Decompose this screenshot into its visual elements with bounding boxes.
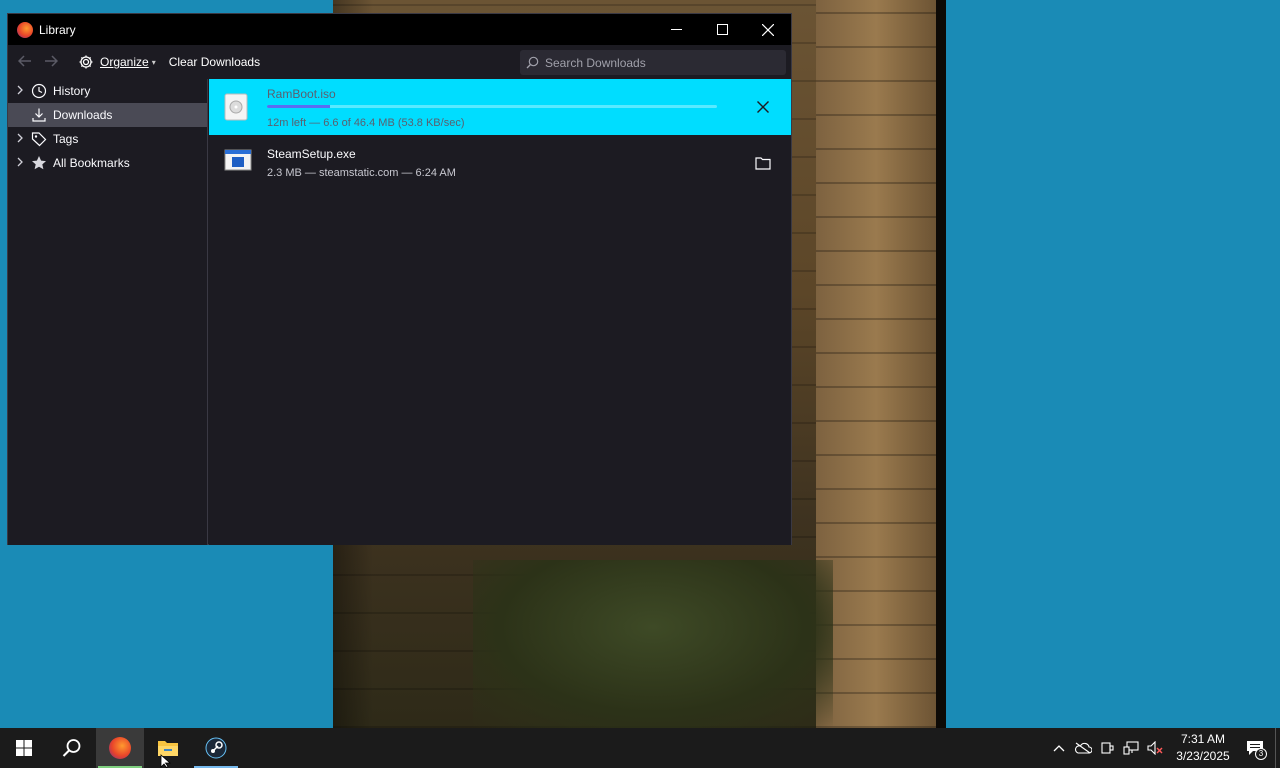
sidebar-item-downloads[interactable]: Downloads xyxy=(8,103,207,127)
firefox-icon xyxy=(17,21,33,38)
minimize-icon xyxy=(670,29,682,30)
close-button[interactable] xyxy=(745,14,791,45)
sidebar-item-label: History xyxy=(53,84,91,98)
clock-date: 3/23/2025 xyxy=(1176,749,1230,763)
system-tray: 7:31 AM 3/23/2025 3 xyxy=(1047,728,1280,768)
gear-icon xyxy=(79,55,93,69)
back-button[interactable] xyxy=(12,54,38,71)
download-progress-bar xyxy=(267,105,717,108)
cancel-download-button[interactable] xyxy=(753,97,773,117)
download-status: 2.3 MB — steamstatic.com — 6:24 AM xyxy=(267,167,456,179)
clock[interactable]: 7:31 AM 3/23/2025 xyxy=(1171,731,1235,765)
window-title: Library xyxy=(39,22,76,37)
download-item-ramboot[interactable]: RamBoot.iso 12m left — 6.6 of 46.4 MB (5… xyxy=(209,79,791,135)
download-filename: RamBoot.iso xyxy=(267,87,336,101)
search-input[interactable] xyxy=(545,55,765,70)
close-icon xyxy=(762,23,774,36)
start-button[interactable] xyxy=(0,728,48,768)
library-sidebar: History Downloads Tags All Bookmarks xyxy=(8,79,208,545)
mouse-cursor-icon xyxy=(160,754,172,768)
sidebar-item-label: Tags xyxy=(53,132,79,146)
chevron-right-icon[interactable] xyxy=(16,157,28,170)
folder-icon xyxy=(755,157,771,170)
wallpaper-foliage xyxy=(473,560,833,728)
organize-label: Organize xyxy=(100,55,149,69)
clock-time: 7:31 AM xyxy=(1180,732,1226,746)
clear-downloads-button[interactable]: Clear Downloads xyxy=(169,55,260,69)
library-toolbar: Organize ▾ Clear Downloads xyxy=(8,45,791,79)
cancel-icon xyxy=(757,101,769,113)
organize-menu-button[interactable]: Organize ▾ xyxy=(78,54,156,70)
download-item-steamsetup[interactable]: SteamSetup.exe 2.3 MB — steamstatic.com … xyxy=(209,135,791,191)
show-hidden-icons-button[interactable] xyxy=(1047,728,1071,768)
maximize-button[interactable] xyxy=(699,14,745,45)
download-icon xyxy=(31,107,47,123)
start-icon xyxy=(16,740,32,756)
star-icon xyxy=(31,155,47,171)
steam-icon xyxy=(205,737,227,759)
disc-image-file-icon xyxy=(224,93,252,121)
wallpaper-frame xyxy=(936,0,946,728)
search-downloads-box[interactable] xyxy=(520,50,786,75)
title-bar[interactable]: Library xyxy=(8,14,791,45)
forward-button[interactable] xyxy=(38,54,64,71)
search-icon xyxy=(62,739,81,757)
download-filename: SteamSetup.exe xyxy=(267,147,356,161)
executable-file-icon xyxy=(224,149,252,177)
notification-count-badge: 3 xyxy=(1255,748,1267,760)
search-icon xyxy=(526,56,539,69)
show-in-folder-button[interactable] xyxy=(753,153,773,173)
volume-muted-icon[interactable] xyxy=(1143,728,1167,768)
sidebar-item-tags[interactable]: Tags xyxy=(8,127,207,151)
chevron-up-icon xyxy=(1053,745,1065,752)
chevron-right-icon[interactable] xyxy=(16,85,28,98)
firefox-icon xyxy=(109,737,131,759)
taskbar-firefox[interactable] xyxy=(96,728,144,768)
action-center-button[interactable]: 3 xyxy=(1235,728,1275,768)
wallpaper-pillar xyxy=(816,0,936,728)
download-progress-fill xyxy=(267,105,330,108)
sidebar-item-history[interactable]: History xyxy=(8,79,207,103)
network-icon[interactable] xyxy=(1119,728,1143,768)
tag-icon xyxy=(31,131,47,147)
arrow-left-icon xyxy=(17,54,31,67)
onedrive-icon[interactable] xyxy=(1071,728,1095,768)
maximize-icon xyxy=(716,24,728,35)
arrow-right-icon xyxy=(45,54,59,67)
taskbar: 7:31 AM 3/23/2025 3 xyxy=(0,728,1280,768)
downloads-list: RamBoot.iso 12m left — 6.6 of 46.4 MB (5… xyxy=(209,79,791,545)
device-icon[interactable] xyxy=(1095,728,1119,768)
download-status: 12m left — 6.6 of 46.4 MB (53.8 KB/sec) xyxy=(267,117,465,129)
taskbar-steam[interactable] xyxy=(192,728,240,768)
search-button[interactable] xyxy=(48,728,96,768)
sidebar-item-label: All Bookmarks xyxy=(53,156,130,170)
chevron-right-icon[interactable] xyxy=(16,133,28,146)
show-desktop-button[interactable] xyxy=(1275,728,1280,768)
sidebar-item-label: Downloads xyxy=(53,108,113,122)
sidebar-item-all-bookmarks[interactable]: All Bookmarks xyxy=(8,151,207,175)
chevron-down-icon: ▾ xyxy=(151,57,156,67)
clock-icon xyxy=(31,83,47,99)
library-window: Library Organize ▾ Clear Downloads Searc… xyxy=(7,13,792,545)
minimize-button[interactable] xyxy=(653,14,699,45)
